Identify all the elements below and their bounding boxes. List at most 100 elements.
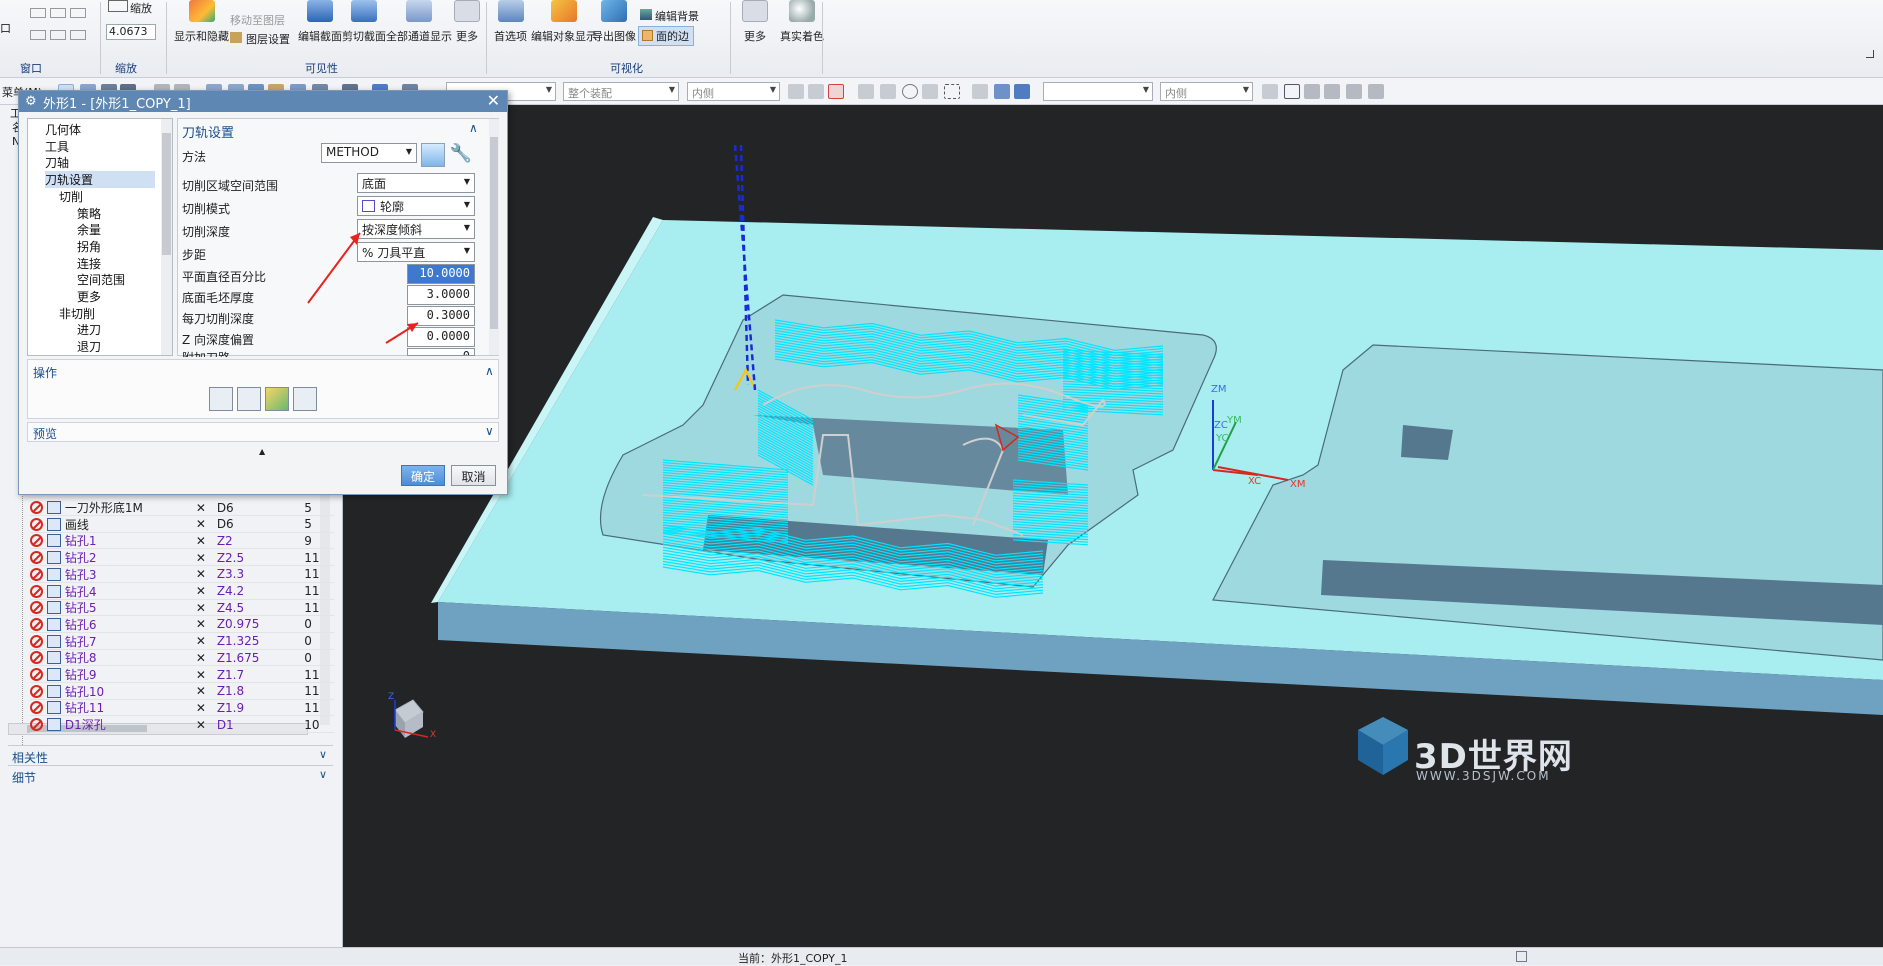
snap-quadrant-icon[interactable] [922,84,938,99]
model-canvas[interactable] [343,105,1883,947]
method-create-icon[interactable] [421,143,445,167]
expand-more-icon[interactable]: ▲ [259,447,265,456]
text-icon[interactable] [1284,84,1300,99]
operation-row[interactable]: 钻孔7 ✕ Z1.325 0 [30,634,334,650]
tree-node[interactable]: 进刀 [77,321,101,338]
filter-combo-2[interactable] [1043,82,1153,101]
edit-background-button[interactable]: 编辑背景 [640,8,699,24]
snap-face-icon[interactable] [972,84,988,99]
operation-tool: Z2.5 [216,550,245,565]
operation-row[interactable]: 钻孔6 ✕ Z0.975 0 [30,617,334,633]
dependencies-panel[interactable]: 相关性 ∨ [8,745,333,765]
snap-mid-icon[interactable] [828,84,844,99]
tree-node[interactable]: 刀轴 [45,154,69,171]
operation-row[interactable]: 一刀外形底1M ✕ D6 5 [30,500,334,516]
tree-node[interactable]: 余量 [77,221,101,238]
move-to-layer-button[interactable]: 移动至图层 [230,12,285,28]
collapse-icon[interactable]: ∧ [469,121,478,135]
operation-row[interactable]: 钻孔2 ✕ Z2.5 11 [30,550,334,567]
zoom-icon[interactable] [108,0,128,12]
status-window-icon[interactable] [1516,951,1527,962]
chevron-down-icon[interactable]: ∨ [485,424,494,438]
edit-object-display-button[interactable]: 编辑对象显示 [531,0,597,44]
operation-row[interactable]: 画线 ✕ D6 5 [30,517,334,533]
cancel-button[interactable]: 取消 [451,465,496,486]
tree-node[interactable]: 拐角 [77,238,101,255]
tree-node[interactable]: 空间范围 [77,271,125,288]
tool-changed-icon: ✕ [195,634,206,649]
form-scrollbar[interactable] [489,119,499,355]
solid-icon[interactable] [1014,84,1030,99]
snap-end-icon[interactable] [808,84,824,99]
inside-combo-1[interactable]: 内侧 [687,82,780,101]
tree-node[interactable]: 策略 [77,205,101,222]
verify-icon[interactable] [265,387,289,411]
snap-control-icon[interactable] [858,84,874,99]
planar-mill-dialog: ⚙ 外形1 - [外形1_COPY_1] ✕ 刀轨设置 ∧ 方法 METHOD … [18,90,508,495]
zoom-value-input[interactable]: 4.0673 [106,24,156,40]
operation-row[interactable]: 钻孔1 ✕ Z2 9 [30,533,334,550]
operation-row[interactable]: 钻孔5 ✕ Z4.5 11 [30,600,334,617]
operation-name: 钻孔6 [64,617,97,632]
window-layout-grid[interactable] [30,8,90,48]
inside-combo-2[interactable]: 内侧 [1160,82,1253,101]
operation-row[interactable]: 钻孔8 ✕ Z1.675 0 [30,650,334,667]
tool-b-icon[interactable] [1304,84,1320,99]
operation-row[interactable]: 钻孔10 ✕ Z1.8 11 [30,684,334,700]
layer-settings-button[interactable]: 图层设置 [230,31,290,47]
tree-node[interactable]: 几何体 [45,121,81,138]
operation-type-icon [46,567,61,581]
box-select-icon[interactable] [944,84,960,99]
all-channels-button[interactable]: 全部通道显示 [386,0,452,44]
operation-row[interactable]: 钻孔4 ✕ Z4.2 11 [30,584,334,600]
face-edges-toggle[interactable]: 面的边 [638,26,694,46]
operation-row[interactable]: 钻孔11 ✕ Z1.9 11 [30,700,334,717]
tree-scroll-thumb[interactable] [162,133,171,255]
operation-row[interactable]: D1深孔 ✕ D1 10 [30,717,334,734]
wrench-icon[interactable]: 🔧 [449,143,473,167]
tree-node[interactable]: 切削 [59,188,83,205]
tree-node[interactable]: 非切削 [59,305,95,322]
list-icon[interactable] [293,387,317,411]
tree-node[interactable]: 连接 [77,255,101,272]
snap-center-icon[interactable] [902,84,918,99]
operation-row[interactable]: 钻孔9 ✕ Z1.7 11 [30,667,334,683]
ok-button[interactable]: 确定 [401,465,445,486]
dialog-titlebar[interactable]: ⚙ 外形1 - [外形1_COPY_1] ✕ [19,91,507,112]
close-icon[interactable]: ✕ [487,91,500,110]
snap-intersect-icon[interactable] [880,84,896,99]
tool-a-icon[interactable] [1262,84,1278,99]
ribbon-scroll-indicator[interactable] [1866,50,1874,58]
snap-point-icon[interactable] [788,84,804,99]
details-panel[interactable]: 细节 ∨ [8,765,333,785]
window-button-fragment[interactable]: 口 [0,20,11,36]
cut-region-select[interactable]: 底面 [357,173,475,193]
export-image-button[interactable]: 导出图像 [592,0,636,44]
form-scroll-thumb[interactable] [490,137,498,329]
tree-node[interactable]: 工具 [45,138,69,155]
wcs-icon[interactable] [994,84,1010,99]
chevron-up-icon[interactable]: ∧ [485,364,494,378]
true-shading-button[interactable]: 真实着色 [780,0,824,44]
generate-icon[interactable] [209,387,233,411]
tool-e-icon[interactable] [1368,84,1384,99]
tree-node[interactable]: 更多 [77,288,101,305]
method-select[interactable]: METHOD [321,143,417,163]
operation-row[interactable]: 钻孔3 ✕ Z3.3 11 [30,567,334,583]
more-visualization-button[interactable]: 更多 [742,0,768,44]
tool-c-icon[interactable] [1324,84,1340,99]
tree-node[interactable]: 刀轨设置 [45,171,155,189]
cut-mode-select[interactable]: 轮廓 [357,196,475,216]
show-hide-button[interactable]: 显示和隐藏 [174,0,229,44]
assembly-filter-combo[interactable]: 整个装配 [563,82,679,101]
tool-d-icon[interactable] [1346,84,1362,99]
more-visibility-button[interactable]: 更多 [454,0,480,44]
preferences-button[interactable]: 首选项 [494,0,527,44]
graphics-viewport[interactable]: ZM YM ZC YC XC XM X Z 3D世界网 WWW.3DSJW.CO… [343,105,1883,947]
replay-icon[interactable] [237,387,261,411]
preview-section[interactable] [27,422,499,442]
tree-node[interactable]: 退刀 [77,338,101,355]
tree-scrollbar[interactable] [161,119,172,355]
clip-section-button[interactable]: 剪切截面 [342,0,386,44]
edit-section-button[interactable]: 编辑截面 [298,0,342,44]
